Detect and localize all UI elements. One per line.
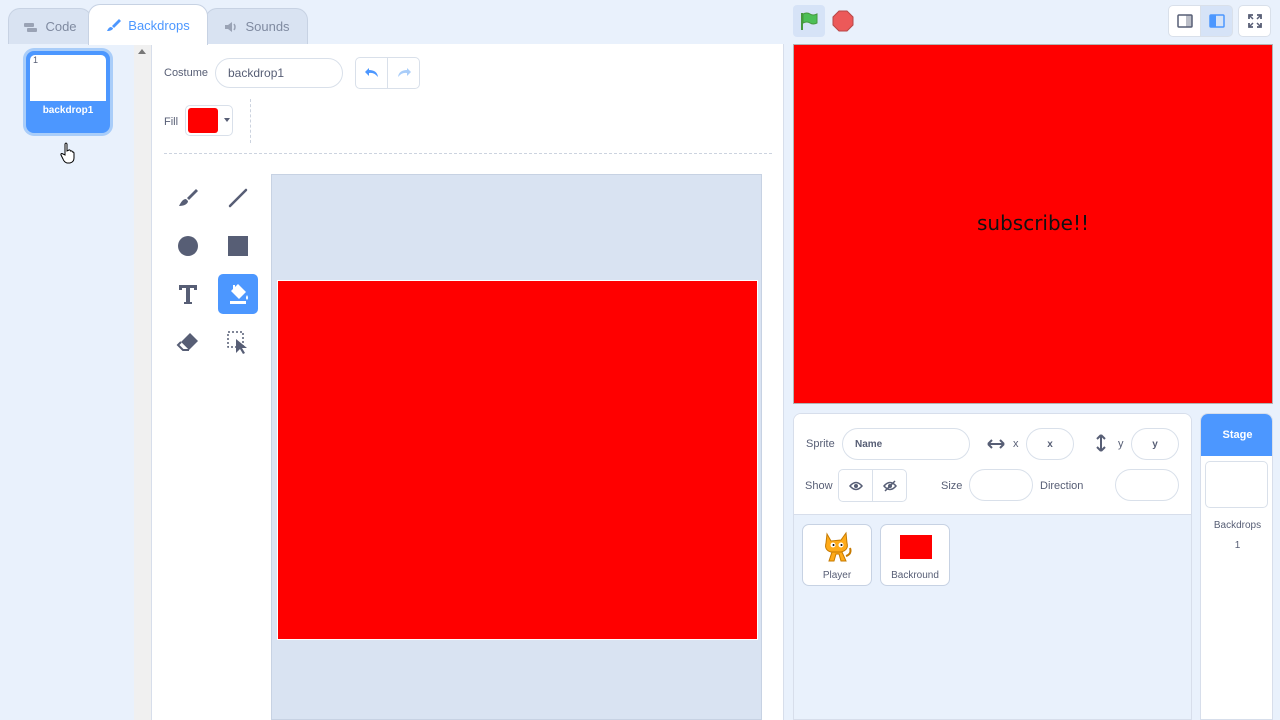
small-stage-icon xyxy=(1176,14,1193,28)
horizontal-arrows-icon xyxy=(987,439,1005,449)
vertical-arrows-icon xyxy=(1096,434,1106,452)
sprite-name-player: Player xyxy=(822,570,852,581)
show-toggle-group xyxy=(838,469,907,502)
paint-editor: Costume backdrop1 Fill xyxy=(152,44,784,720)
paint-canvas-area[interactable] xyxy=(271,174,762,720)
paint-canvas[interactable] xyxy=(277,280,758,640)
editor-tabs: Code Backdrops Sounds xyxy=(0,0,790,45)
undo-icon xyxy=(364,68,378,77)
redo-icon xyxy=(397,68,411,77)
y-input[interactable]: y xyxy=(1131,428,1179,460)
fullscreen-button[interactable] xyxy=(1238,5,1271,37)
sprite-pane: Sprite Name x x y y Show Size Direction xyxy=(793,413,1192,720)
stage-selector-title: Stage xyxy=(1201,414,1272,456)
y-label: y xyxy=(1118,438,1124,450)
backdrop-list-scrollbar[interactable] xyxy=(134,44,151,720)
sprite-list: Player Backround xyxy=(794,515,1191,719)
tab-sounds[interactable]: Sounds xyxy=(205,8,308,44)
green-flag-button[interactable] xyxy=(793,5,825,37)
scroll-up-arrow-icon[interactable] xyxy=(138,49,146,54)
x-label: x xyxy=(1013,438,1019,450)
speaker-icon xyxy=(225,21,237,32)
costume-label: Costume xyxy=(164,67,209,79)
tab-backdrops[interactable]: Backdrops xyxy=(88,4,208,45)
scratch-editor: Code Backdrops Sounds 1 backdrop1 Costum… xyxy=(0,0,1280,720)
text-icon xyxy=(179,285,197,304)
eye-hidden-icon xyxy=(883,479,897,492)
stage-header xyxy=(785,0,1280,44)
caret-down-icon xyxy=(224,118,230,122)
eye-icon xyxy=(848,481,863,490)
stage-say-text: subscribe!! xyxy=(976,211,1090,235)
text-tool[interactable] xyxy=(168,274,208,314)
tab-backdrops-label: Backdrops xyxy=(128,17,190,33)
show-label: Show xyxy=(805,480,833,492)
fullscreen-icon xyxy=(1247,14,1262,28)
fill-color-swatch xyxy=(188,108,218,133)
backdrop-number: 1 xyxy=(33,55,39,65)
sprite-name-input[interactable]: Name xyxy=(842,428,970,460)
select-icon xyxy=(227,331,247,354)
size-input[interactable] xyxy=(969,469,1033,501)
normal-stage-button[interactable] xyxy=(1200,5,1233,37)
stage-selector[interactable]: Stage Backdrops 1 xyxy=(1200,413,1273,720)
sprite-label: Sprite xyxy=(806,438,835,450)
line-tool[interactable] xyxy=(218,178,258,218)
tab-code-label: Code xyxy=(45,19,77,34)
sprite-tile-backround[interactable]: Backround xyxy=(880,524,950,586)
stage-canvas[interactable]: subscribe!! xyxy=(793,44,1273,404)
toolbar-divider xyxy=(250,99,251,143)
normal-stage-icon xyxy=(1208,14,1225,28)
backdrop-item[interactable]: 1 backdrop1 xyxy=(26,51,110,133)
backdrop-list: 1 backdrop1 xyxy=(0,44,152,720)
size-label: Size xyxy=(941,480,963,492)
small-stage-button[interactable] xyxy=(1168,5,1201,37)
circle-tool[interactable] xyxy=(168,226,208,266)
sprite-info: Sprite Name x x y y Show Size Direction xyxy=(794,414,1191,515)
brush-icon xyxy=(179,189,198,206)
eraser-tool[interactable] xyxy=(168,322,208,362)
code-icon xyxy=(24,22,38,32)
stop-icon xyxy=(832,10,854,32)
red-rectangle-icon xyxy=(900,535,932,559)
sprite-tile-player[interactable]: Player xyxy=(802,524,872,586)
direction-label: Direction xyxy=(1040,480,1084,492)
backdrop-name: backdrop1 xyxy=(42,105,94,116)
fill-icon xyxy=(230,284,248,304)
toolbar-separator xyxy=(164,153,772,154)
rectangle-icon xyxy=(228,236,248,256)
hand-cursor-icon xyxy=(60,142,75,164)
brush-tool[interactable] xyxy=(168,178,208,218)
select-tool[interactable] xyxy=(218,322,258,362)
cat-sprite-icon xyxy=(825,531,852,562)
line-icon xyxy=(228,188,248,208)
x-input[interactable]: x xyxy=(1026,428,1074,460)
direction-input[interactable] xyxy=(1115,469,1179,501)
costume-name-input[interactable]: backdrop1 xyxy=(215,58,343,88)
undo-button[interactable] xyxy=(355,57,388,89)
tab-code[interactable]: Code xyxy=(8,8,92,44)
backdrops-count: 1 xyxy=(1234,540,1241,551)
fill-label: Fill xyxy=(164,116,179,128)
green-flag-icon xyxy=(801,12,818,30)
sprite-name-backround: Backround xyxy=(891,570,939,581)
brush-icon xyxy=(107,19,122,31)
backdrops-label: Backdrops xyxy=(1213,520,1262,531)
backdrop-thumbnail xyxy=(30,55,106,101)
fill-color-picker[interactable] xyxy=(185,105,233,136)
hide-sprite-button[interactable] xyxy=(873,470,907,501)
rectangle-tool[interactable] xyxy=(218,226,258,266)
redo-button[interactable] xyxy=(387,57,420,89)
tab-sounds-label: Sounds xyxy=(245,19,290,34)
eraser-icon xyxy=(176,333,198,351)
circle-icon xyxy=(178,236,198,256)
stop-button[interactable] xyxy=(827,5,859,37)
stage-thumbnail xyxy=(1205,461,1268,508)
canvas-fill-rectangle[interactable] xyxy=(278,281,757,639)
show-sprite-button[interactable] xyxy=(839,470,873,501)
fill-tool[interactable] xyxy=(218,274,258,314)
